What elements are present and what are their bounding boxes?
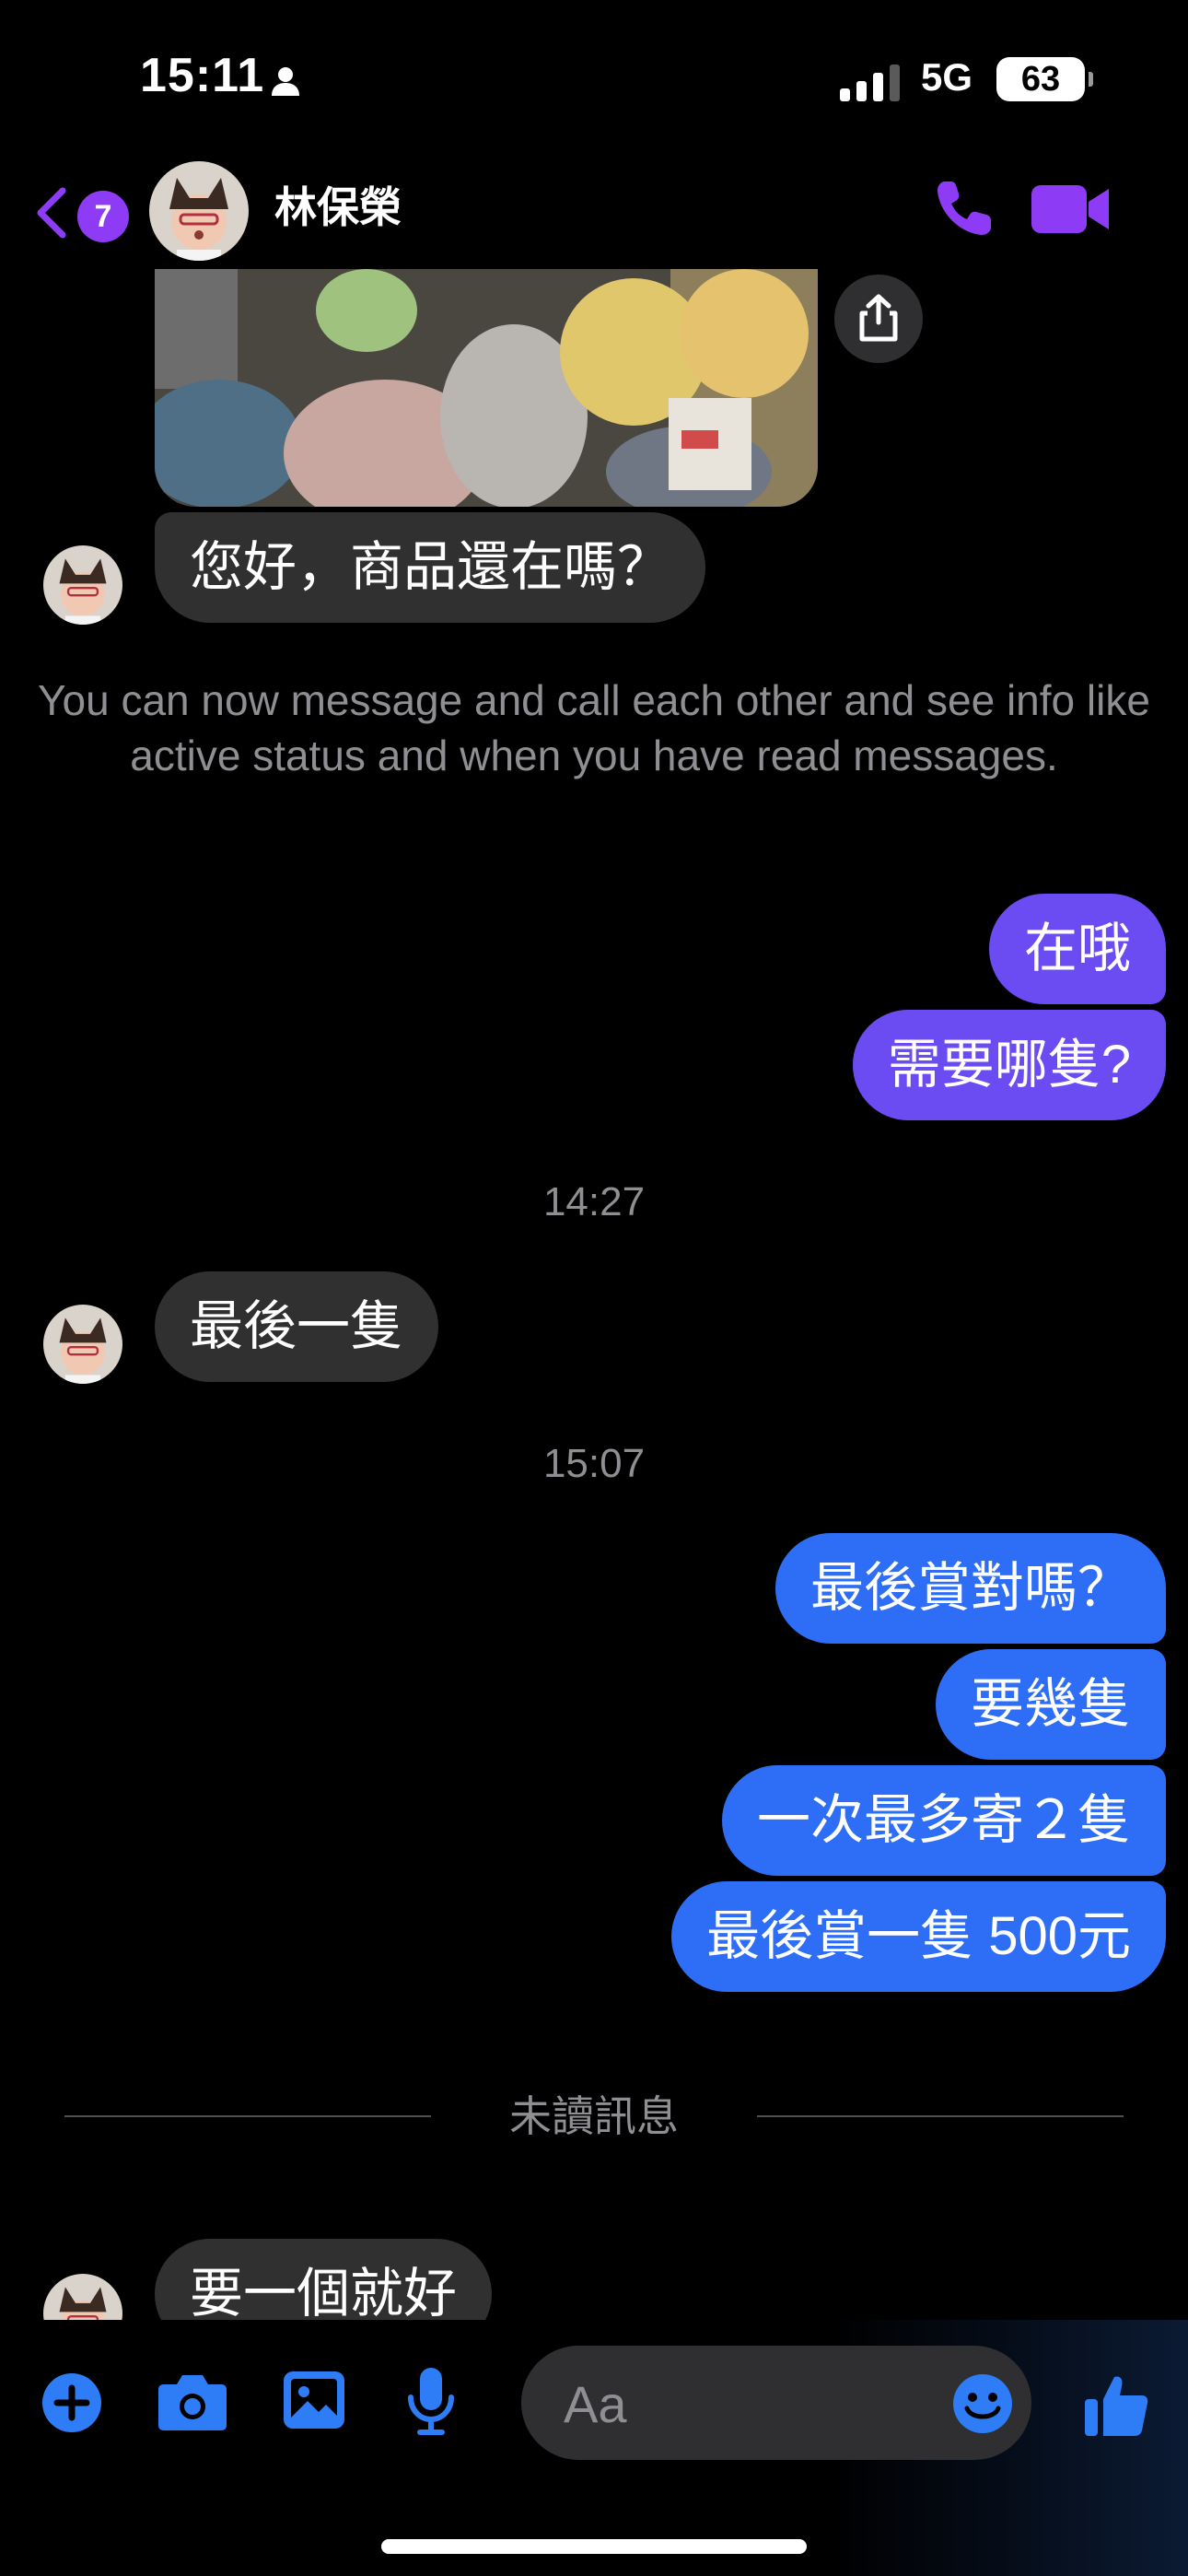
messenger-chat-screen: 15:11 5G 63 7 林保榮 您好，商品還在嗎？ You can now … [0, 0, 1188, 2576]
thumbs-up-icon[interactable] [1083, 2371, 1149, 2438]
avatar-image [149, 161, 249, 261]
status-bar: 15:11 5G 63 [0, 0, 1188, 157]
incoming-message[interactable]: 您好，商品還在嗎？ [155, 512, 706, 623]
contact-avatar[interactable] [149, 161, 249, 261]
emoji-icon[interactable] [952, 2373, 1013, 2434]
outgoing-message[interactable]: 一次最多寄２隻 [721, 1765, 1166, 1876]
plush-toys-image [155, 269, 818, 507]
avatar-image [43, 545, 122, 625]
message-composer [0, 2320, 1188, 2576]
shared-photo[interactable] [155, 269, 818, 507]
network-type: 5G [921, 55, 973, 99]
outgoing-message[interactable]: 最後賞對嗎？ [775, 1533, 1166, 1644]
person-icon [272, 67, 299, 96]
video-camera-icon[interactable] [1030, 180, 1112, 239]
sender-avatar[interactable] [43, 545, 122, 625]
microphone-icon[interactable] [405, 2366, 457, 2436]
outgoing-message[interactable]: 最後賞一隻 500元 [671, 1881, 1166, 1992]
battery-indicator: 63 [996, 57, 1093, 101]
message-input[interactable] [562, 2362, 934, 2445]
phone-icon[interactable] [930, 176, 996, 242]
chevron-left-icon [37, 187, 66, 239]
cellular-signal-icon [840, 64, 900, 101]
system-notice: You can now message and call each other … [38, 676, 1150, 779]
sender-avatar[interactable] [43, 1305, 122, 1384]
incoming-message[interactable]: 最後一隻 [155, 1271, 439, 1382]
timestamp: 15:07 [542, 1441, 646, 1486]
unread-label: 未讀訊息 [509, 2092, 679, 2140]
unread-divider: 未讀訊息 [64, 2084, 1124, 2149]
status-time: 15:11 [140, 49, 265, 102]
outgoing-message[interactable]: 要幾隻 [935, 1649, 1166, 1760]
message-input-container [521, 2346, 1031, 2460]
chat-header: 7 林保榮 [0, 152, 1188, 272]
share-button[interactable] [834, 275, 923, 363]
camera-icon[interactable] [157, 2370, 228, 2432]
home-indicator[interactable] [381, 2539, 807, 2554]
timestamp: 14:27 [542, 1179, 646, 1224]
avatar-image [43, 1305, 122, 1384]
outgoing-message[interactable]: 需要哪隻? [852, 1010, 1166, 1120]
plus-icon[interactable] [41, 2371, 103, 2434]
unread-count-badge: 7 [77, 191, 129, 242]
photo-gallery-icon[interactable] [282, 2370, 346, 2430]
back-button[interactable]: 7 [33, 180, 129, 246]
contact-name[interactable]: 林保榮 [274, 180, 402, 235]
outgoing-message[interactable]: 在哦 [988, 894, 1166, 1004]
share-icon [859, 294, 898, 342]
